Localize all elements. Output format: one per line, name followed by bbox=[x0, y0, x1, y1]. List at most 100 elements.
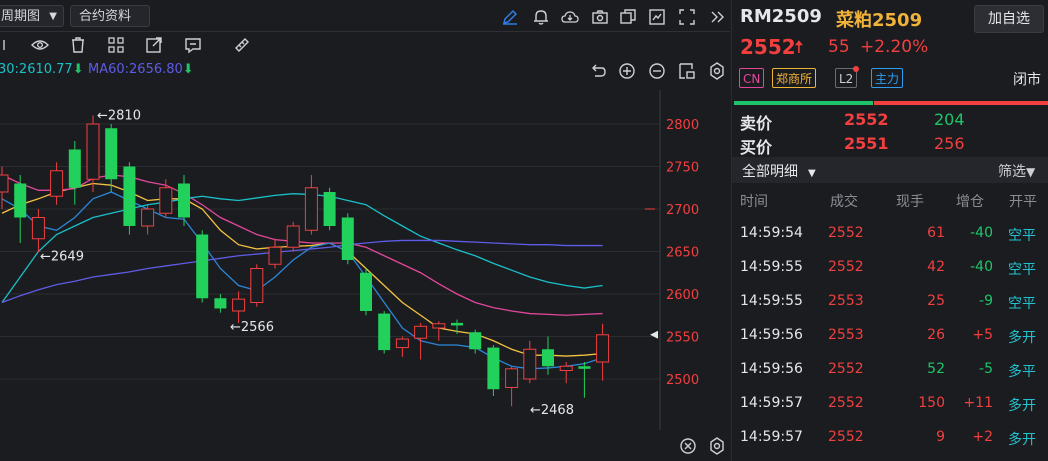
col-price: 成交 bbox=[830, 194, 858, 210]
trade-time: 14:59:55 bbox=[740, 293, 803, 309]
trade-type: 空平 bbox=[1008, 228, 1036, 244]
trade-vol: 42 bbox=[927, 259, 945, 275]
candle-body bbox=[578, 366, 591, 369]
trade-price: 2552 bbox=[828, 259, 864, 275]
close-circle-icon[interactable] bbox=[679, 437, 697, 455]
settings-icon[interactable] bbox=[708, 62, 726, 80]
candle-body bbox=[596, 334, 610, 363]
candle-body bbox=[341, 217, 354, 260]
trade-time: 14:59:57 bbox=[740, 429, 803, 445]
ruler-icon[interactable] bbox=[233, 36, 251, 54]
badge-exchange: 郑商所 bbox=[772, 68, 817, 88]
trade-price: 2552 bbox=[828, 395, 864, 411]
candle-body bbox=[395, 338, 409, 349]
filter-funnel-icon: ▼ bbox=[1026, 165, 1036, 179]
last-price: 2552 bbox=[740, 35, 796, 59]
fullscreen-icon[interactable] bbox=[678, 8, 696, 26]
up-arrow-icon: 🠅 bbox=[794, 37, 804, 58]
badge-cn: CN bbox=[739, 68, 765, 88]
candle-body bbox=[50, 170, 64, 197]
trade-oi: -9 bbox=[979, 293, 993, 309]
draw-pen-icon[interactable] bbox=[501, 8, 519, 26]
cloud-icon[interactable] bbox=[561, 8, 579, 26]
market-status: 闭市 bbox=[1013, 72, 1041, 88]
ma60-label: MA60:2656.80⬇ bbox=[88, 62, 194, 77]
candle-body bbox=[105, 128, 118, 180]
col-time: 时间 bbox=[740, 194, 768, 210]
collapse-right-icon[interactable] bbox=[708, 8, 726, 26]
candle-body bbox=[123, 166, 136, 226]
trade-row: 14:59:55 2552 42 -40 空平 bbox=[732, 251, 1048, 285]
trade-vol: 25 bbox=[927, 293, 945, 309]
candlestick-chart[interactable]: 2800 2750 2700 2650 2600 2550 2500 ←2810 ←2649 ←2… bbox=[0, 90, 730, 430]
candle-body bbox=[523, 348, 537, 380]
candle-body bbox=[487, 347, 500, 390]
export-icon[interactable] bbox=[145, 36, 163, 54]
bell-icon[interactable] bbox=[532, 8, 550, 26]
contract-info-button[interactable]: 合约资料 bbox=[70, 5, 150, 27]
candle-body bbox=[14, 183, 27, 218]
trade-type: 多开 bbox=[1008, 330, 1036, 346]
detail-dropdown[interactable]: 全部明细 ▼ bbox=[742, 161, 816, 181]
sell-ratio-bar bbox=[734, 101, 873, 105]
candle-body bbox=[68, 149, 81, 188]
candle-body bbox=[559, 365, 573, 371]
zoom-out-icon[interactable] bbox=[648, 62, 666, 80]
trash-icon[interactable] bbox=[69, 36, 87, 54]
indicator-chart-icon[interactable] bbox=[648, 8, 666, 26]
price-annotation: ←2468 bbox=[530, 403, 574, 418]
trade-row: 14:59:57 2552 150 +11 多开 bbox=[732, 387, 1048, 421]
trade-price: 2553 bbox=[828, 327, 864, 343]
zoom-in-icon[interactable] bbox=[618, 62, 636, 80]
candle-body bbox=[542, 349, 554, 367]
candle-body bbox=[360, 272, 372, 311]
trade-row: 14:59:56 2552 52 -5 多平 bbox=[732, 353, 1048, 387]
candle-body bbox=[232, 298, 246, 312]
trade-oi: -5 bbox=[979, 361, 993, 377]
undo-icon[interactable] bbox=[589, 62, 607, 80]
settings-icon[interactable] bbox=[708, 437, 726, 455]
candle-body bbox=[432, 323, 446, 329]
caret-down-icon: ▼ bbox=[49, 11, 57, 22]
filter-button[interactable]: 筛选▼ bbox=[998, 161, 1035, 181]
price-change-pct: +2.20% bbox=[860, 37, 929, 57]
y-tick-label: 2600 bbox=[666, 288, 699, 303]
candle-body bbox=[323, 192, 336, 226]
trade-time: 14:59:56 bbox=[740, 327, 803, 343]
grid-icon[interactable] bbox=[107, 36, 125, 54]
trade-row: 14:59:57 2552 9 +2 多开 bbox=[732, 421, 1048, 455]
trade-oi: -40 bbox=[970, 259, 993, 275]
y-tick-label: 2550 bbox=[666, 331, 699, 346]
trade-price: 2552 bbox=[828, 225, 864, 241]
chart-panel: 周期图 ▼ 合约资料 30:2610.77⬇ MA60:2656.80⬇ 280… bbox=[0, 0, 730, 461]
reset-view-icon[interactable] bbox=[678, 62, 696, 80]
quote-panel: RM2509 菜粕2509 加自选 2552 🠅 55 +2.20% CN 郑商… bbox=[731, 0, 1048, 461]
y-tick-label: 2500 bbox=[666, 373, 699, 388]
camera-icon[interactable] bbox=[591, 8, 609, 26]
trade-vol: 26 bbox=[927, 327, 945, 343]
comment-icon[interactable] bbox=[184, 36, 202, 54]
badge-main: 主力 bbox=[871, 68, 904, 88]
trade-oi: +5 bbox=[972, 327, 993, 343]
candle-body bbox=[178, 183, 190, 218]
price-annotation: ←2566 bbox=[230, 320, 274, 335]
trade-time: 14:59:56 bbox=[740, 361, 803, 377]
candle-body bbox=[451, 322, 463, 326]
buy-volume: 256 bbox=[934, 134, 965, 153]
detail-columns: 时间 成交 现手 增仓 开平 bbox=[732, 183, 1048, 217]
down-arrow-icon: ⬇ bbox=[182, 62, 194, 77]
candle-body bbox=[31, 217, 45, 240]
eye-icon[interactable] bbox=[31, 36, 49, 54]
ma30-label: 30:2610.77⬇ bbox=[0, 62, 84, 77]
period-dropdown[interactable]: 周期图 ▼ bbox=[0, 5, 64, 27]
y-tick-label: 2750 bbox=[666, 161, 699, 176]
price-change: 55 bbox=[828, 37, 850, 57]
candle-body bbox=[414, 325, 428, 339]
trade-vol: 150 bbox=[918, 395, 945, 411]
copy-window-icon[interactable] bbox=[619, 8, 637, 26]
trade-price: 2552 bbox=[828, 361, 864, 377]
add-watchlist-button[interactable]: 加自选 bbox=[974, 5, 1044, 33]
ma-line bbox=[1, 239, 603, 304]
price-annotation: ←2810 bbox=[97, 109, 141, 124]
y-tick-label: 2800 bbox=[666, 118, 699, 133]
